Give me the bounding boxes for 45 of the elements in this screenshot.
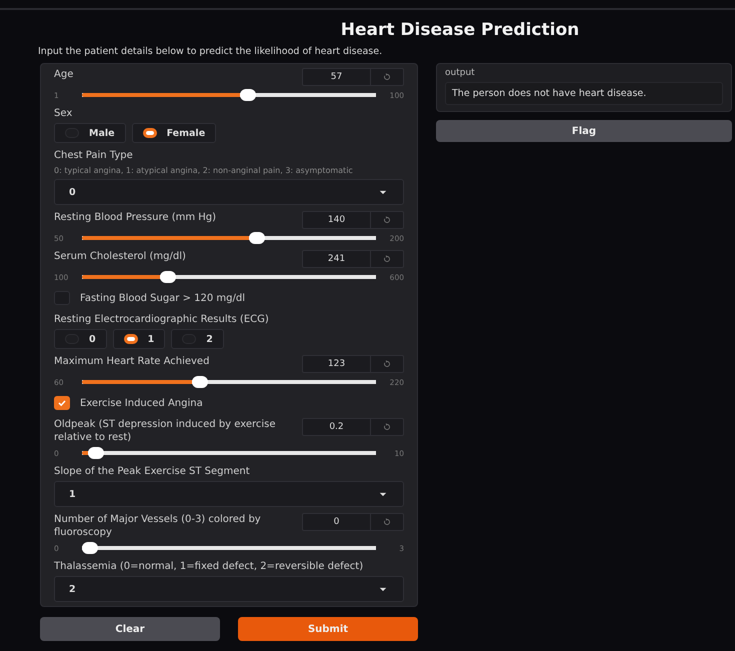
field-label: Chest Pain Type — [54, 149, 134, 162]
dropdown-field[interactable]: 2 — [54, 576, 404, 602]
reset-icon — [383, 73, 391, 81]
field-label: Number of Major Vessels (0-3) colored by fluoroscopy — [54, 513, 262, 539]
field-label: Oldpeak (ST depression induced by exercise relative to rest) — [54, 418, 277, 444]
dropdown-field[interactable]: 1 — [54, 481, 404, 507]
caret-icon — [379, 190, 387, 194]
clear-button[interactable]: Clear — [40, 617, 220, 641]
slider-thumb[interactable] — [248, 232, 265, 244]
field-label: Sex — [54, 107, 74, 120]
reset-icon — [383, 216, 391, 224]
checkbox-label: Fasting Blood Sugar > 120 mg/dl — [80, 292, 245, 304]
dropdown-field[interactable]: 0 — [54, 179, 404, 205]
reset-icon — [383, 255, 391, 263]
radio-option[interactable]: 2 — [171, 329, 224, 349]
radio-option[interactable]: Female — [132, 123, 216, 143]
check-icon — [57, 398, 67, 408]
field-label: Maximum Heart Rate Achieved — [54, 355, 210, 368]
output-label: output — [445, 68, 476, 78]
field-label: Resting Blood Pressure (mm Hg) — [54, 211, 218, 224]
reset-icon — [383, 423, 391, 431]
slider-thumb[interactable] — [192, 376, 208, 388]
reset-icon — [383, 518, 391, 526]
slider-thumb[interactable] — [240, 89, 256, 101]
slider-thumb[interactable] — [82, 542, 98, 554]
field-info: 0: typical angina, 1: atypical angina, 2: non-anginal pain, 3: asymptomatic — [54, 165, 354, 176]
field-label: Thalassemia (0=normal, 1=fixed defect, 2=reversible defect) — [54, 560, 364, 573]
checkbox[interactable] — [54, 396, 70, 410]
radio-option[interactable]: 0 — [54, 329, 107, 349]
flag-button[interactable]: Flag — [436, 120, 732, 142]
field-label: Resting Electrocardiographic Results (ECG) — [54, 313, 270, 326]
caret-icon — [379, 492, 387, 496]
checkbox-label: Exercise Induced Angina — [80, 398, 203, 408]
reset-icon — [383, 360, 391, 368]
field-label: Serum Cholesterol (mg/dl) — [54, 250, 187, 263]
slider-thumb[interactable] — [160, 271, 176, 283]
radio-option[interactable]: Male — [54, 123, 126, 143]
field-label: Age — [54, 68, 74, 81]
description: Input the patient details below to predict the likelihood of heart disease. — [38, 46, 384, 57]
output-field: The person does not have heart disease. — [445, 82, 723, 105]
radio-option[interactable]: 1 — [112, 329, 166, 349]
field-label: Slope of the Peak Exercise ST Segment — [54, 465, 251, 478]
page-title: Heart Disease Prediction — [340, 20, 580, 40]
caret-icon — [379, 586, 387, 592]
slider-thumb[interactable] — [88, 447, 104, 459]
